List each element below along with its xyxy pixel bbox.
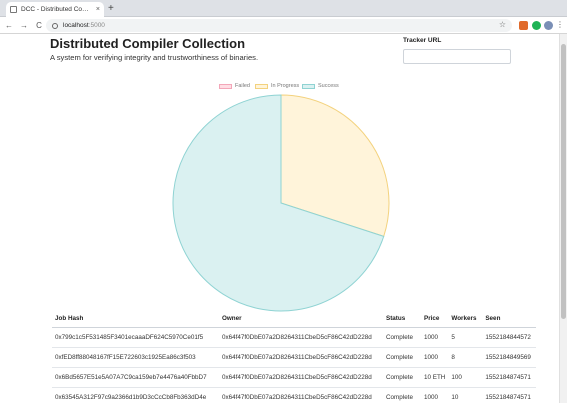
page-scrollbar[interactable] (559, 34, 567, 403)
cell-owner: 0x64f47f0DbE07a2D8264311CbeD5cF86C42dD22… (219, 367, 383, 388)
page-favicon-icon (10, 6, 17, 13)
forward-arrow-icon[interactable]: → (18, 21, 30, 30)
cell-workers: 5 (448, 327, 483, 348)
cell-price: 1000 (421, 387, 449, 403)
reload-icon[interactable]: C (33, 21, 45, 30)
bookmark-star-icon[interactable]: ☆ (499, 20, 506, 29)
browser-tab-bar: DCC - Distributed Compi... × + (0, 0, 567, 17)
site-info-icon[interactable] (52, 22, 58, 29)
scrollbar-thumb[interactable] (561, 44, 566, 319)
cell-seen: 1552184874571 (482, 367, 536, 388)
close-tab-icon[interactable]: × (96, 6, 100, 13)
page-viewport: Distributed Compiler Collection A system… (0, 34, 559, 403)
cell-owner: 0x64f47f0DbE07a2D8264311CbeD5cF86C42dD22… (219, 347, 383, 368)
extension-green-icon[interactable] (532, 21, 541, 30)
browser-menu-icon[interactable]: ⋮ (556, 20, 564, 30)
table-header-row: Job Hash Owner Status Price Workers Seen (52, 311, 536, 328)
cell-price: 1000 (421, 327, 449, 348)
browser-toolbar: ← → C localhost:5000 ☆ ⋮ (0, 17, 567, 34)
cell-workers: 100 (448, 367, 483, 388)
column-header-status: Status (383, 311, 421, 328)
column-header-seen: Seen (482, 311, 536, 328)
cell-status: Complete (383, 367, 421, 388)
address-bar[interactable]: localhost:5000 ☆ (46, 19, 512, 32)
cell-job-hash: 0xfED8ff88048167fF15E722603c1925Ea86c3f5… (52, 347, 219, 368)
cell-price: 1000 (421, 347, 449, 368)
cell-seen: 1552184874571 (482, 387, 536, 403)
status-pie-chart (172, 94, 390, 312)
tab-title: DCC - Distributed Compi... (21, 6, 93, 13)
cell-job-hash: 0x63545A312F97c9a2366d1b9D3cCcCb8Fb363dD… (52, 387, 219, 403)
back-arrow-icon[interactable]: ← (3, 21, 15, 30)
new-tab-button[interactable]: + (108, 3, 114, 15)
cell-job-hash: 0x799c1c5F531485F3401ecaaaDF624C5970Ce01… (52, 327, 219, 348)
cell-status: Complete (383, 387, 421, 403)
cell-seen: 1552184849569 (482, 347, 536, 368)
cell-workers: 8 (448, 347, 483, 368)
table-row[interactable]: 0x63545A312F97c9a2366d1b9D3cCcCb8Fb363dD… (52, 387, 536, 403)
cell-job-hash: 0x6Bd5657E51e5A07A7C9ca159eb7e4476a40Fbb… (52, 367, 219, 388)
column-header-price: Price (421, 311, 449, 328)
cell-price: 10 ETH (421, 367, 449, 388)
cell-status: Complete (383, 347, 421, 368)
extension-orange-icon[interactable] (519, 21, 528, 30)
url-host: localhost (63, 22, 89, 29)
profile-avatar-icon[interactable] (544, 21, 553, 30)
url-port: :5000 (88, 22, 105, 29)
cell-status: Complete (383, 327, 421, 348)
cell-owner: 0x64f47f0DbE07a2D8264311CbeD5cF86C42dD22… (219, 387, 383, 403)
jobs-table: Job Hash Owner Status Price Workers Seen… (52, 311, 536, 403)
table-row[interactable]: 0x6Bd5657E51e5A07A7C9ca159eb7e4476a40Fbb… (52, 367, 536, 388)
cell-seen: 1552184844572 (482, 327, 536, 348)
column-header-workers: Workers (448, 311, 483, 328)
cell-workers: 10 (448, 387, 483, 403)
table-row[interactable]: 0x799c1c5F531485F3401ecaaaDF624C5970Ce01… (52, 327, 536, 348)
browser-tab[interactable]: DCC - Distributed Compi... × (6, 2, 104, 17)
column-header-owner: Owner (219, 311, 383, 328)
cell-owner: 0x64f47f0DbE07a2D8264311CbeD5cF86C42dD22… (219, 327, 383, 348)
column-header-job-hash: Job Hash (52, 311, 219, 328)
table-row[interactable]: 0xfED8ff88048167fF15E722603c1925Ea86c3f5… (52, 347, 536, 368)
